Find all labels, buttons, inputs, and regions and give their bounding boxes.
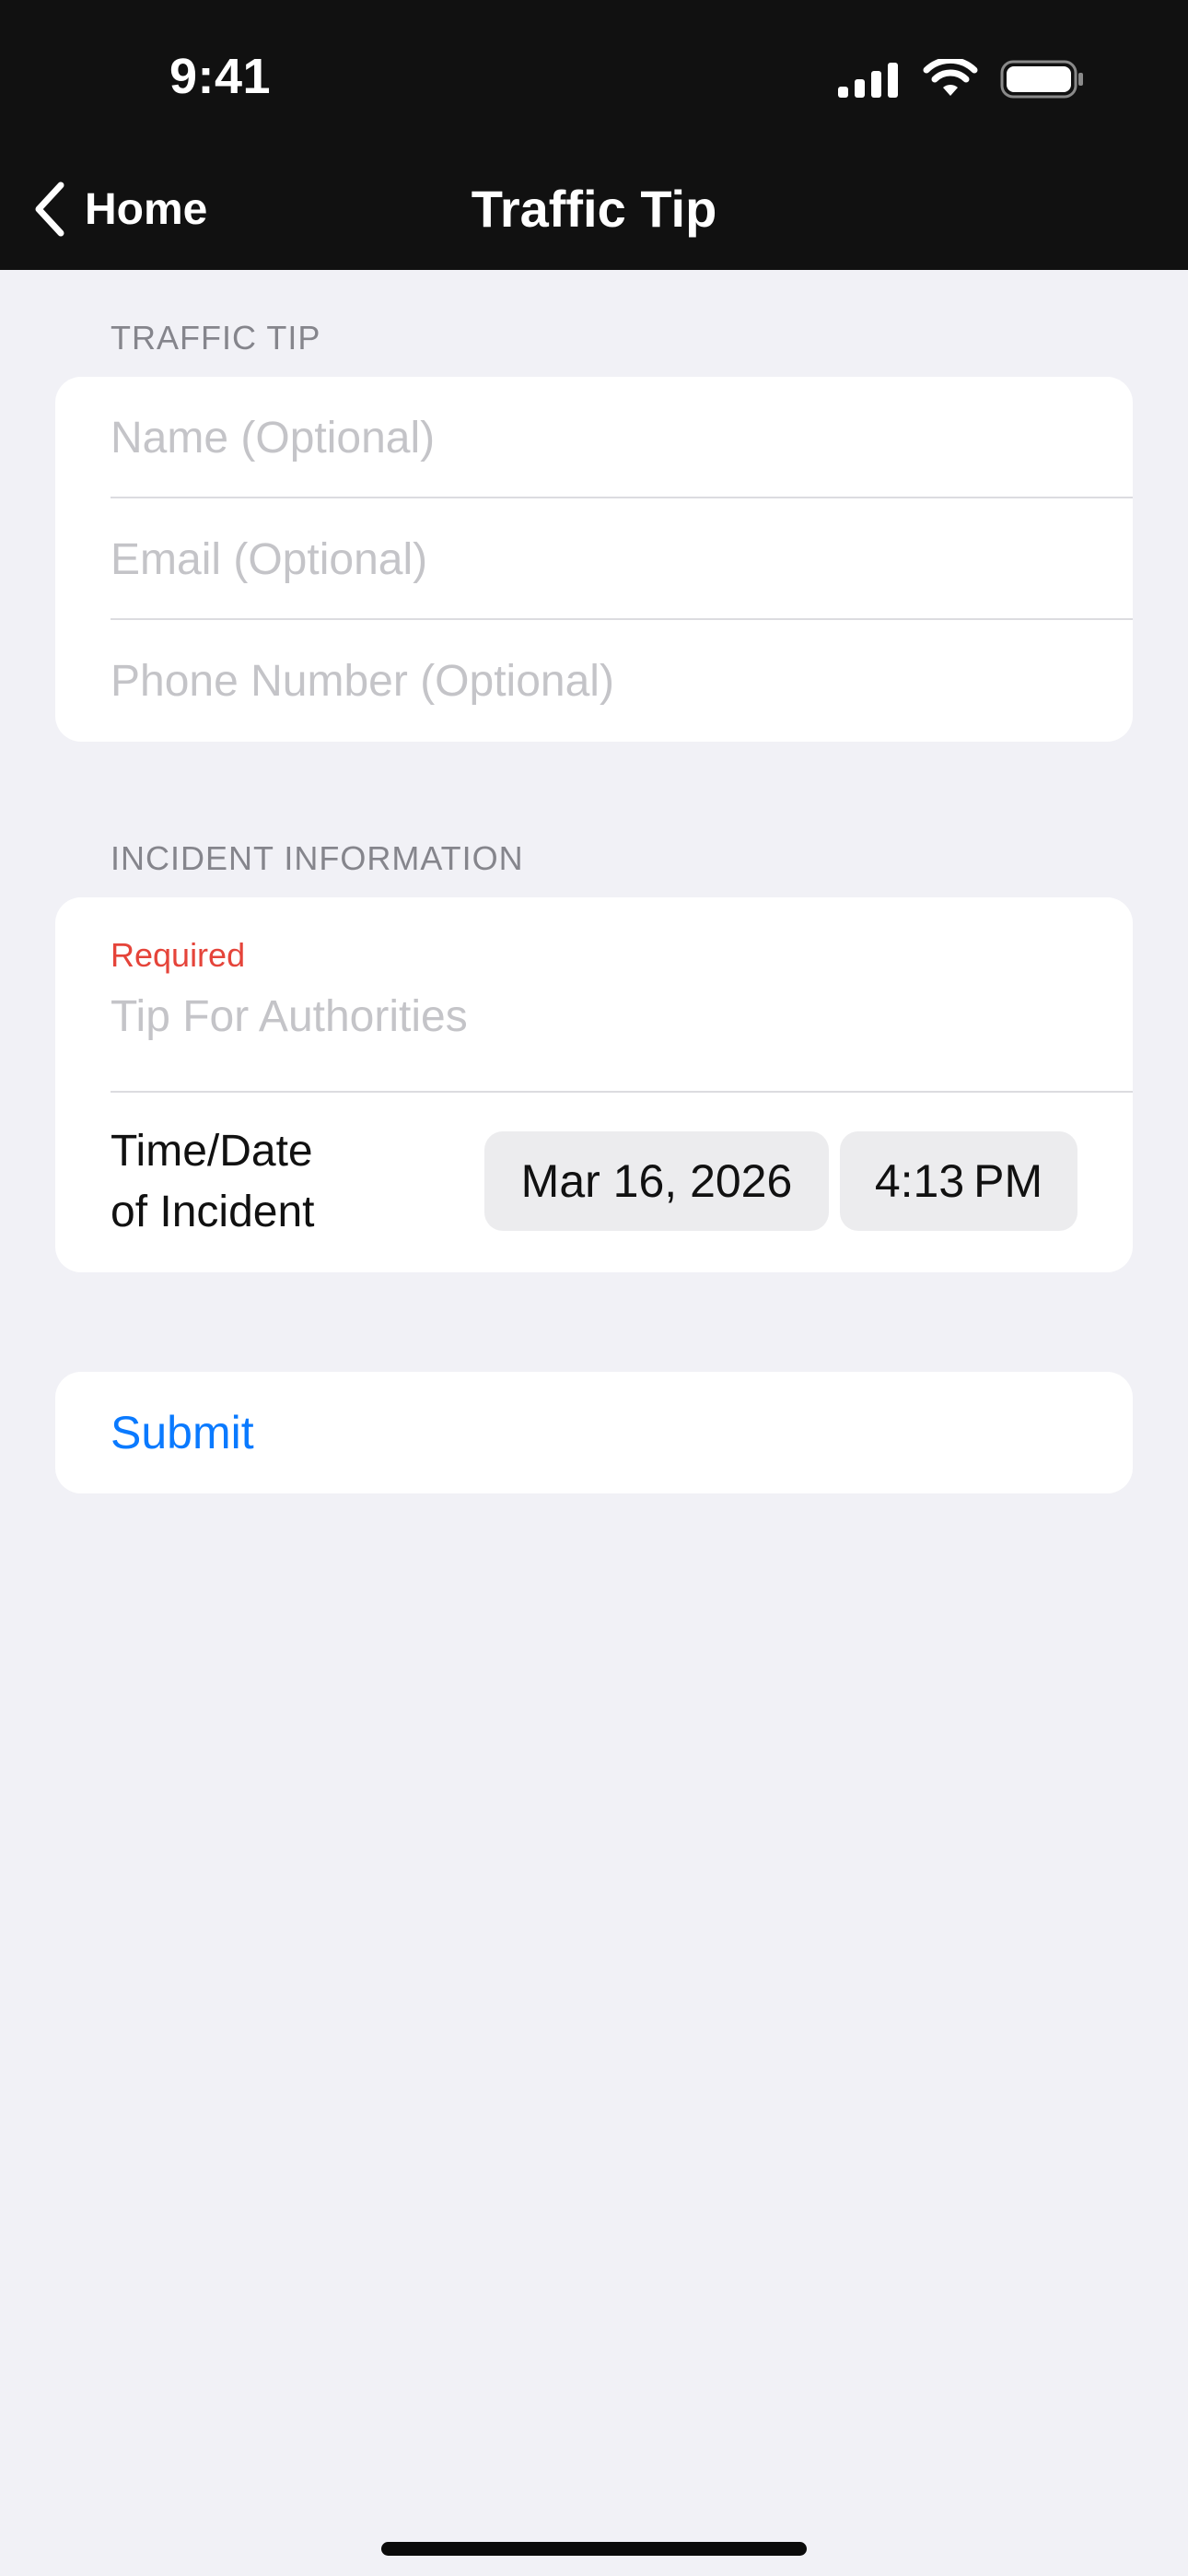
datetime-label: Time/Date of Incident bbox=[111, 1121, 479, 1243]
phone-field[interactable] bbox=[111, 655, 1077, 707]
phone-row bbox=[55, 620, 1133, 742]
chevron-left-icon bbox=[35, 181, 64, 237]
home-indicator bbox=[381, 2542, 807, 2556]
datetime-label-line1: Time/Date bbox=[111, 1127, 313, 1176]
section-header-traffic-tip: TRAFFIC TIP bbox=[111, 319, 321, 357]
required-label: Required bbox=[111, 936, 246, 974]
email-row bbox=[55, 498, 1133, 620]
tip-for-authorities-field[interactable] bbox=[111, 991, 1077, 1042]
datetime-label-line2: of Incident bbox=[111, 1188, 315, 1236]
datetime-row: Time/Date of Incident Mar 16, 2026 4:13 … bbox=[55, 1093, 1133, 1271]
back-button[interactable]: Home bbox=[33, 175, 207, 243]
back-button-label: Home bbox=[85, 184, 208, 234]
submit-button[interactable]: Submit bbox=[111, 1372, 254, 1493]
tip-row: Required bbox=[55, 897, 1133, 1093]
email-field[interactable] bbox=[111, 533, 1077, 585]
name-field[interactable] bbox=[111, 412, 1077, 463]
status-icons bbox=[838, 57, 1085, 101]
wifi-icon bbox=[923, 59, 978, 96]
contact-info-card bbox=[55, 377, 1133, 742]
header-bar: 9:41 Home Traffic Tip bbox=[0, 0, 1188, 270]
traffic-tip-screen: 9:41 Home Traffic Tip TRAFFIC TIP Name (… bbox=[0, 0, 1188, 2576]
submit-card: Submit bbox=[55, 1372, 1133, 1493]
date-picker-button[interactable]: Mar 16, 2026 bbox=[484, 1131, 829, 1231]
name-row bbox=[55, 377, 1133, 498]
cellular-signal-icon bbox=[838, 63, 898, 98]
section-header-incident-information: INCIDENT INFORMATION bbox=[111, 839, 524, 877]
incident-card: Required Time/Date of Incident Mar 16, 2… bbox=[55, 897, 1133, 1272]
battery-icon bbox=[1000, 60, 1083, 99]
time-picker-button[interactable]: 4:13 PM bbox=[840, 1131, 1077, 1231]
status-time: 9:41 bbox=[169, 49, 272, 104]
